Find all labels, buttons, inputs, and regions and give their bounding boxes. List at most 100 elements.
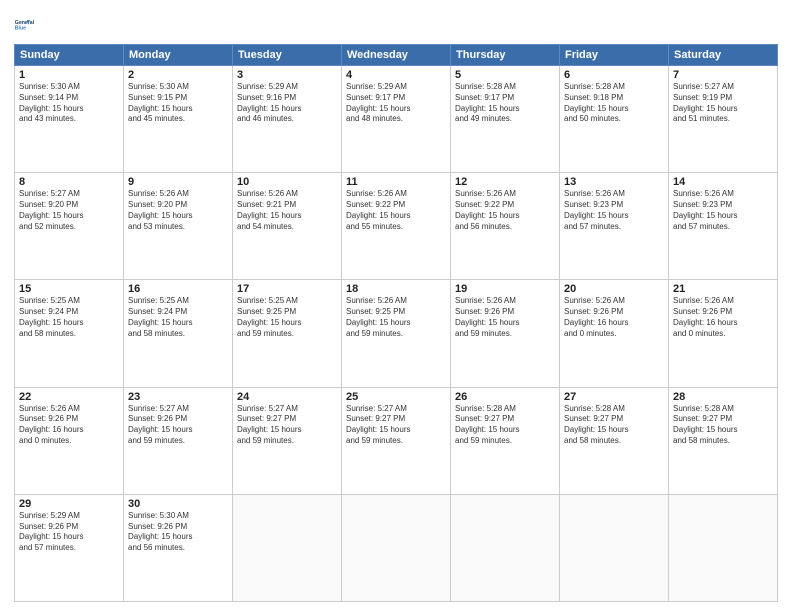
day-number: 14	[673, 176, 773, 188]
day-number: 19	[455, 283, 555, 295]
day-number: 5	[455, 69, 555, 81]
calendar-table: SundayMondayTuesdayWednesdayThursdayFrid…	[14, 44, 778, 602]
day-info: Sunrise: 5:28 AM Sunset: 9:27 PM Dayligh…	[564, 404, 664, 447]
weekday-header-row: SundayMondayTuesdayWednesdayThursdayFrid…	[15, 45, 778, 66]
calendar-cell: 2Sunrise: 5:30 AM Sunset: 9:15 PM Daylig…	[124, 66, 233, 173]
calendar-week-1: 1Sunrise: 5:30 AM Sunset: 9:14 PM Daylig…	[15, 66, 778, 173]
calendar-cell: 16Sunrise: 5:25 AM Sunset: 9:24 PM Dayli…	[124, 280, 233, 387]
day-info: Sunrise: 5:26 AM Sunset: 9:21 PM Dayligh…	[237, 189, 337, 232]
calendar-cell	[233, 494, 342, 601]
calendar-cell: 24Sunrise: 5:27 AM Sunset: 9:27 PM Dayli…	[233, 387, 342, 494]
day-number: 3	[237, 69, 337, 81]
day-number: 22	[19, 391, 119, 403]
day-number: 2	[128, 69, 228, 81]
day-number: 20	[564, 283, 664, 295]
day-number: 27	[564, 391, 664, 403]
day-number: 6	[564, 69, 664, 81]
calendar-cell: 10Sunrise: 5:26 AM Sunset: 9:21 PM Dayli…	[233, 173, 342, 280]
calendar-cell: 4Sunrise: 5:29 AM Sunset: 9:17 PM Daylig…	[342, 66, 451, 173]
day-info: Sunrise: 5:25 AM Sunset: 9:24 PM Dayligh…	[128, 296, 228, 339]
weekday-header-thursday: Thursday	[451, 45, 560, 66]
day-number: 7	[673, 69, 773, 81]
day-number: 8	[19, 176, 119, 188]
calendar-cell	[342, 494, 451, 601]
weekday-header-wednesday: Wednesday	[342, 45, 451, 66]
day-number: 23	[128, 391, 228, 403]
calendar-cell: 28Sunrise: 5:28 AM Sunset: 9:27 PM Dayli…	[669, 387, 778, 494]
calendar-week-3: 15Sunrise: 5:25 AM Sunset: 9:24 PM Dayli…	[15, 280, 778, 387]
calendar-cell	[560, 494, 669, 601]
day-number: 21	[673, 283, 773, 295]
day-info: Sunrise: 5:30 AM Sunset: 9:15 PM Dayligh…	[128, 82, 228, 125]
day-number: 15	[19, 283, 119, 295]
calendar-cell: 12Sunrise: 5:26 AM Sunset: 9:22 PM Dayli…	[451, 173, 560, 280]
calendar-cell	[669, 494, 778, 601]
day-number: 30	[128, 498, 228, 510]
logo-icon: General Blue	[14, 10, 42, 38]
day-info: Sunrise: 5:29 AM Sunset: 9:26 PM Dayligh…	[19, 511, 119, 554]
day-info: Sunrise: 5:25 AM Sunset: 9:24 PM Dayligh…	[19, 296, 119, 339]
calendar-cell: 14Sunrise: 5:26 AM Sunset: 9:23 PM Dayli…	[669, 173, 778, 280]
day-number: 9	[128, 176, 228, 188]
calendar-cell: 9Sunrise: 5:26 AM Sunset: 9:20 PM Daylig…	[124, 173, 233, 280]
day-info: Sunrise: 5:28 AM Sunset: 9:27 PM Dayligh…	[673, 404, 773, 447]
calendar-cell: 13Sunrise: 5:26 AM Sunset: 9:23 PM Dayli…	[560, 173, 669, 280]
calendar-cell: 15Sunrise: 5:25 AM Sunset: 9:24 PM Dayli…	[15, 280, 124, 387]
calendar-week-5: 29Sunrise: 5:29 AM Sunset: 9:26 PM Dayli…	[15, 494, 778, 601]
header: General Blue	[14, 10, 778, 38]
day-info: Sunrise: 5:26 AM Sunset: 9:22 PM Dayligh…	[346, 189, 446, 232]
day-info: Sunrise: 5:26 AM Sunset: 9:26 PM Dayligh…	[673, 296, 773, 339]
day-number: 1	[19, 69, 119, 81]
day-info: Sunrise: 5:29 AM Sunset: 9:16 PM Dayligh…	[237, 82, 337, 125]
calendar-cell: 7Sunrise: 5:27 AM Sunset: 9:19 PM Daylig…	[669, 66, 778, 173]
logo: General Blue	[14, 10, 42, 38]
weekday-header-friday: Friday	[560, 45, 669, 66]
day-info: Sunrise: 5:28 AM Sunset: 9:17 PM Dayligh…	[455, 82, 555, 125]
day-info: Sunrise: 5:26 AM Sunset: 9:26 PM Dayligh…	[564, 296, 664, 339]
day-info: Sunrise: 5:26 AM Sunset: 9:25 PM Dayligh…	[346, 296, 446, 339]
day-info: Sunrise: 5:28 AM Sunset: 9:27 PM Dayligh…	[455, 404, 555, 447]
day-number: 13	[564, 176, 664, 188]
day-number: 25	[346, 391, 446, 403]
calendar-week-2: 8Sunrise: 5:27 AM Sunset: 9:20 PM Daylig…	[15, 173, 778, 280]
calendar-cell: 8Sunrise: 5:27 AM Sunset: 9:20 PM Daylig…	[15, 173, 124, 280]
day-info: Sunrise: 5:26 AM Sunset: 9:23 PM Dayligh…	[564, 189, 664, 232]
calendar-cell: 3Sunrise: 5:29 AM Sunset: 9:16 PM Daylig…	[233, 66, 342, 173]
day-number: 12	[455, 176, 555, 188]
calendar-cell: 11Sunrise: 5:26 AM Sunset: 9:22 PM Dayli…	[342, 173, 451, 280]
day-info: Sunrise: 5:27 AM Sunset: 9:19 PM Dayligh…	[673, 82, 773, 125]
day-number: 4	[346, 69, 446, 81]
calendar-cell: 19Sunrise: 5:26 AM Sunset: 9:26 PM Dayli…	[451, 280, 560, 387]
day-info: Sunrise: 5:27 AM Sunset: 9:26 PM Dayligh…	[128, 404, 228, 447]
weekday-header-sunday: Sunday	[15, 45, 124, 66]
calendar-cell: 6Sunrise: 5:28 AM Sunset: 9:18 PM Daylig…	[560, 66, 669, 173]
day-number: 17	[237, 283, 337, 295]
day-info: Sunrise: 5:26 AM Sunset: 9:26 PM Dayligh…	[455, 296, 555, 339]
day-number: 28	[673, 391, 773, 403]
day-info: Sunrise: 5:28 AM Sunset: 9:18 PM Dayligh…	[564, 82, 664, 125]
calendar-cell: 5Sunrise: 5:28 AM Sunset: 9:17 PM Daylig…	[451, 66, 560, 173]
calendar-cell: 27Sunrise: 5:28 AM Sunset: 9:27 PM Dayli…	[560, 387, 669, 494]
day-number: 29	[19, 498, 119, 510]
calendar-cell: 1Sunrise: 5:30 AM Sunset: 9:14 PM Daylig…	[15, 66, 124, 173]
calendar-cell: 30Sunrise: 5:30 AM Sunset: 9:26 PM Dayli…	[124, 494, 233, 601]
day-info: Sunrise: 5:30 AM Sunset: 9:14 PM Dayligh…	[19, 82, 119, 125]
day-info: Sunrise: 5:27 AM Sunset: 9:27 PM Dayligh…	[237, 404, 337, 447]
day-number: 11	[346, 176, 446, 188]
day-number: 18	[346, 283, 446, 295]
svg-text:General: General	[15, 20, 35, 26]
calendar-cell: 29Sunrise: 5:29 AM Sunset: 9:26 PM Dayli…	[15, 494, 124, 601]
day-info: Sunrise: 5:26 AM Sunset: 9:26 PM Dayligh…	[19, 404, 119, 447]
day-info: Sunrise: 5:27 AM Sunset: 9:20 PM Dayligh…	[19, 189, 119, 232]
day-info: Sunrise: 5:30 AM Sunset: 9:26 PM Dayligh…	[128, 511, 228, 554]
day-info: Sunrise: 5:25 AM Sunset: 9:25 PM Dayligh…	[237, 296, 337, 339]
day-number: 26	[455, 391, 555, 403]
calendar-cell: 21Sunrise: 5:26 AM Sunset: 9:26 PM Dayli…	[669, 280, 778, 387]
calendar-cell: 20Sunrise: 5:26 AM Sunset: 9:26 PM Dayli…	[560, 280, 669, 387]
weekday-header-saturday: Saturday	[669, 45, 778, 66]
day-info: Sunrise: 5:29 AM Sunset: 9:17 PM Dayligh…	[346, 82, 446, 125]
calendar-cell: 25Sunrise: 5:27 AM Sunset: 9:27 PM Dayli…	[342, 387, 451, 494]
calendar-cell: 26Sunrise: 5:28 AM Sunset: 9:27 PM Dayli…	[451, 387, 560, 494]
calendar-cell: 17Sunrise: 5:25 AM Sunset: 9:25 PM Dayli…	[233, 280, 342, 387]
day-info: Sunrise: 5:26 AM Sunset: 9:22 PM Dayligh…	[455, 189, 555, 232]
